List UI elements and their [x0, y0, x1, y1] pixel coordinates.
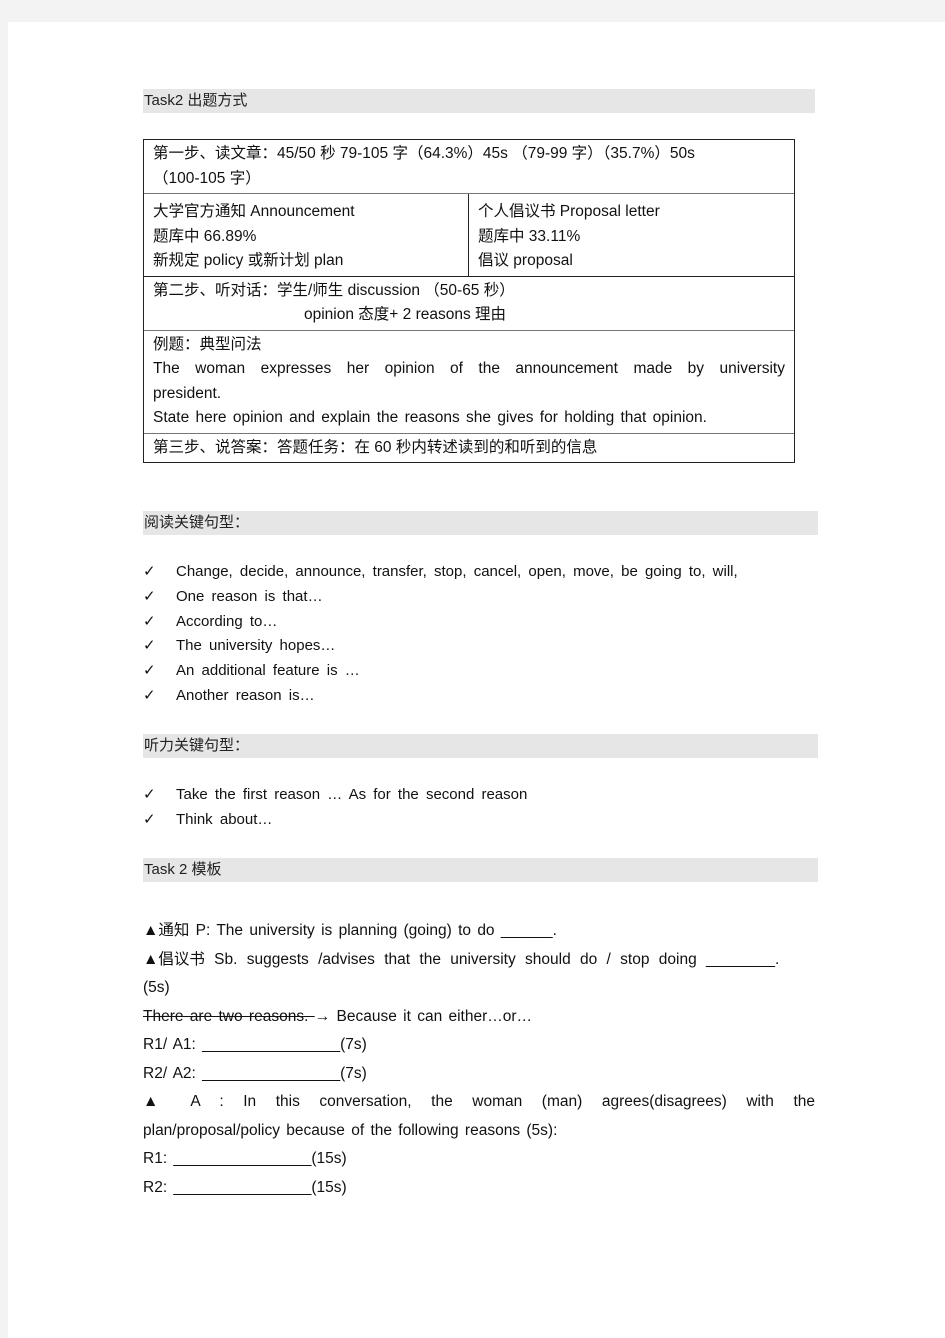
proposal-title: 个人倡议书 Proposal letter [478, 203, 660, 220]
template-because-line: There are two reasons. → Because it can … [143, 1003, 815, 1032]
proposal-cell: 个人倡议书 Proposal letter 题库中 33.11% 倡议 prop… [469, 194, 794, 276]
example-question-line3: State here opinion and explain the reaso… [153, 409, 707, 426]
list-item-text: One reason is that… [176, 587, 323, 605]
check-icon: ✓ [143, 686, 156, 704]
check-icon: ✓ [143, 637, 156, 655]
triangle-icon: ▲ [143, 950, 159, 968]
proposal-percentage: 题库中 33.11% [478, 227, 581, 245]
template-text: 通知 P: The university is planning (going)… [158, 922, 557, 939]
list-item-text: According to… [176, 612, 278, 630]
list-item: ✓ Change, decide, announce, transfer, sto… [143, 560, 738, 585]
template-text: 倡议书 Sb. suggests /advises that the unive… [158, 950, 780, 968]
table-row-step2: 第二步、听对话：学生/师生 discussion （50-65 秒） opini… [144, 277, 794, 331]
section-header-task2-template: Task 2 模板 [143, 858, 818, 882]
step2-text: 第二步、听对话：学生/师生 discussion （50-65 秒） [153, 281, 515, 299]
step2-text-cont: opinion 态度+ 2 reasons 理由 [304, 306, 507, 323]
table-row-example: 例题：典型问法 The woman expresses her opinion … [144, 331, 794, 434]
list-item: ✓ One reason is that… [143, 585, 738, 610]
check-icon: ✓ [143, 662, 156, 680]
template-time-note: (5s) [143, 979, 170, 996]
template-r2-a2: R2/ A2: ________________(7s) [143, 1064, 367, 1082]
step1-text-cont: （100-105 字） [153, 169, 261, 187]
triangle-icon: ▲ [143, 1093, 172, 1110]
table-row-step1: 第一步、读文章：45/50 秒 79-105 字（64.3%）45s （79-9… [144, 140, 794, 194]
announcement-title: 大学官方通知 Announcement [153, 203, 355, 220]
template-conversation-cont: plan/proposal/policy because of the foll… [143, 1121, 558, 1139]
list-item: ✓ An additional feature is … [143, 659, 738, 684]
template-r1-a1: R1/ A1: ________________(7s) [143, 1036, 367, 1053]
check-icon: ✓ [143, 612, 156, 630]
example-title: 例题：典型问法 [153, 335, 262, 353]
announcement-description: 新规定 policy 或新计划 plan [153, 252, 344, 269]
list-item-text: Change, decide, announce, transfer, stop… [176, 563, 738, 580]
list-item: ✓ According to… [143, 610, 738, 635]
list-item: ✓ Think about… [143, 808, 527, 833]
list-item: ✓ Take the first reason … As for the seco… [143, 783, 527, 808]
reading-patterns-list: ✓ Change, decide, announce, transfer, sto… [143, 560, 738, 709]
table-row-step3: 第三步、说答案：答题任务：在 60 秒内转述读到的和听到的信息 [144, 434, 794, 463]
template-text: Because it can either…or… [330, 1007, 533, 1025]
list-item-text: The university hopes… [176, 637, 336, 655]
struck-text: There are two reasons. [143, 1007, 315, 1025]
table-row-types: 大学官方通知 Announcement 题库中 66.89% 新规定 polic… [144, 194, 794, 277]
proposal-description: 倡议 proposal [478, 252, 573, 269]
section-header-task2-question-format: Task2 出题方式 [143, 89, 815, 113]
check-icon: ✓ [143, 810, 156, 828]
step1-text: 第一步、读文章：45/50 秒 79-105 字（64.3%）45s （79-9… [153, 145, 695, 162]
template-r2: R2: ________________(15s) [143, 1178, 347, 1196]
template-text: A : In this conversation, the woman (man… [171, 1093, 815, 1110]
check-icon: ✓ [143, 563, 156, 580]
announcement-percentage: 题库中 66.89% [153, 227, 257, 245]
check-icon: ✓ [143, 786, 156, 803]
template-proposal-line: ▲倡议书 Sb. suggests /advises that the univ… [143, 946, 815, 975]
list-item-text: Another reason is… [176, 686, 315, 704]
arrow-right-icon: → [314, 1007, 331, 1025]
list-item: ✓ Another reason is… [143, 684, 738, 709]
example-question-line2: president. [153, 384, 222, 402]
example-question-line1: The woman expresses her opinion of the a… [153, 360, 785, 377]
list-item-text: An additional feature is … [176, 662, 360, 680]
section-header-reading-patterns: 阅读关键句型： [143, 511, 818, 535]
template-r1: R1: ________________(15s) [143, 1150, 347, 1167]
list-item-text: Take the first reason … As for the secon… [176, 786, 528, 803]
list-item: ✓ The university hopes… [143, 634, 738, 659]
task2-template: ▲通知 P: The university is planning (going… [143, 917, 815, 1202]
triangle-icon: ▲ [143, 922, 159, 939]
step3-text: 第三步、说答案：答题任务：在 60 秒内转述读到的和听到的信息 [153, 438, 598, 456]
list-item-text: Think about… [176, 810, 273, 828]
template-conversation-line: ▲ A : In this conversation, the woman (m… [143, 1088, 815, 1117]
question-format-table: 第一步、读文章：45/50 秒 79-105 字（64.3%）45s （79-9… [143, 139, 795, 463]
template-announcement-line: ▲通知 P: The university is planning (going… [143, 917, 815, 946]
listening-patterns-list: ✓ Take the first reason … As for the seco… [143, 783, 527, 833]
section-header-listening-patterns: 听力关键句型： [143, 734, 818, 758]
document-page: Task2 出题方式 第一步、读文章：45/50 秒 79-105 字（64.3… [8, 22, 945, 1338]
check-icon: ✓ [143, 587, 156, 605]
announcement-cell: 大学官方通知 Announcement 题库中 66.89% 新规定 polic… [144, 194, 469, 276]
